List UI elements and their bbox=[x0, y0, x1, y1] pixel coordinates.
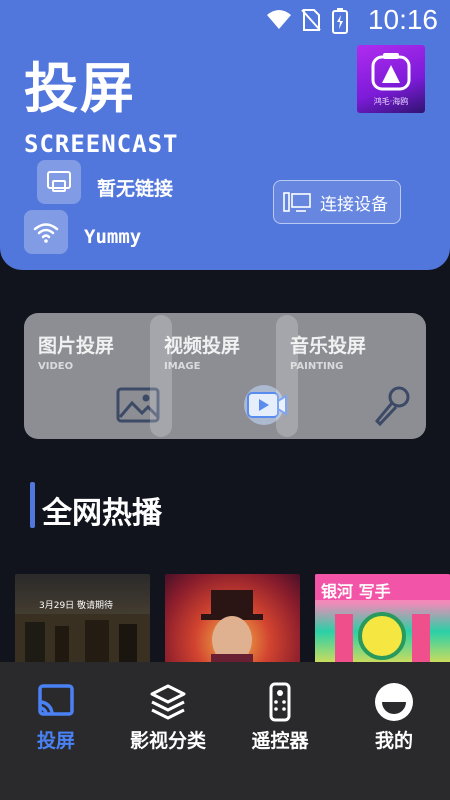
layers-icon bbox=[150, 684, 186, 720]
tab-label: 影视分类 bbox=[129, 730, 206, 752]
section-title: 全网热播 bbox=[42, 496, 162, 531]
movie-poster[interactable] bbox=[165, 574, 300, 670]
tab-remote[interactable]: 遥控器 bbox=[224, 682, 336, 753]
cast-icon bbox=[38, 684, 74, 716]
card-title: 音乐投屏 bbox=[290, 335, 367, 357]
header-panel: 10:16 投屏 SCREENCAST 鸿毛·海鸥 暂无链接 Yummy 连接设… bbox=[0, 0, 450, 270]
profile-icon bbox=[375, 683, 413, 721]
battery-icon bbox=[332, 8, 348, 38]
tab-label: 投屏 bbox=[36, 730, 75, 752]
screen-cast-icon-box bbox=[37, 160, 81, 204]
card-subtitle: VIDEO bbox=[38, 361, 74, 372]
screen-cast-icon bbox=[47, 171, 71, 192]
cast-cards-panel: 图片投屏 VIDEO 视频投屏 IMAGE 音乐投屏 PAINTING bbox=[24, 313, 426, 439]
connect-device-label: 连接设备 bbox=[320, 194, 388, 215]
card-title: 视频投屏 bbox=[164, 335, 241, 357]
status-bar: 10:16 bbox=[0, 0, 450, 44]
card-subtitle: PAINTING bbox=[290, 361, 344, 372]
poster-art bbox=[15, 614, 150, 670]
tab-profile[interactable]: 我的 bbox=[338, 682, 450, 753]
movie-poster[interactable]: 银河 写手 bbox=[315, 574, 450, 670]
logo-text: 鸿毛·海鸥 bbox=[373, 97, 409, 106]
wifi-name: Yummy bbox=[84, 226, 142, 248]
movie-poster[interactable]: 3月29日 敬请期待 bbox=[15, 574, 150, 670]
video-cast-card[interactable]: 视频投屏 IMAGE bbox=[150, 313, 287, 439]
device-icon bbox=[283, 192, 311, 212]
tab-label: 遥控器 bbox=[251, 730, 309, 752]
page-title: 投屏 bbox=[24, 57, 136, 120]
section-accent-bar bbox=[30, 482, 35, 528]
microphone-icon bbox=[372, 385, 412, 431]
remote-icon bbox=[269, 682, 291, 722]
bottom-tab-bar: 投屏 影视分类 遥控器 我的 bbox=[0, 662, 450, 800]
tab-label: 我的 bbox=[374, 730, 413, 752]
image-cast-card[interactable]: 图片投屏 VIDEO bbox=[24, 313, 160, 439]
poster-caption: 3月29日 敬请期待 bbox=[39, 601, 114, 611]
wifi-icon bbox=[33, 223, 59, 243]
tab-screencast[interactable]: 投屏 bbox=[0, 682, 112, 753]
music-cast-card[interactable]: 音乐投屏 PAINTING bbox=[276, 313, 426, 439]
wifi-icon-box bbox=[24, 210, 68, 254]
card-title: 图片投屏 bbox=[38, 335, 115, 357]
connect-device-button[interactable]: 连接设备 bbox=[273, 180, 401, 224]
status-time: 10:16 bbox=[367, 4, 438, 35]
card-subtitle: IMAGE bbox=[164, 361, 201, 372]
app-logo: 鸿毛·海鸥 bbox=[357, 45, 425, 113]
poster-art bbox=[201, 590, 263, 670]
page-subtitle: SCREENCAST bbox=[24, 130, 179, 158]
poster-caption: 银河 写手 bbox=[321, 582, 391, 601]
no-sim-icon bbox=[300, 8, 322, 36]
wifi-signal-icon bbox=[266, 8, 292, 34]
tab-categories[interactable]: 影视分类 bbox=[112, 682, 224, 753]
connection-status: 暂无链接 bbox=[97, 178, 174, 200]
